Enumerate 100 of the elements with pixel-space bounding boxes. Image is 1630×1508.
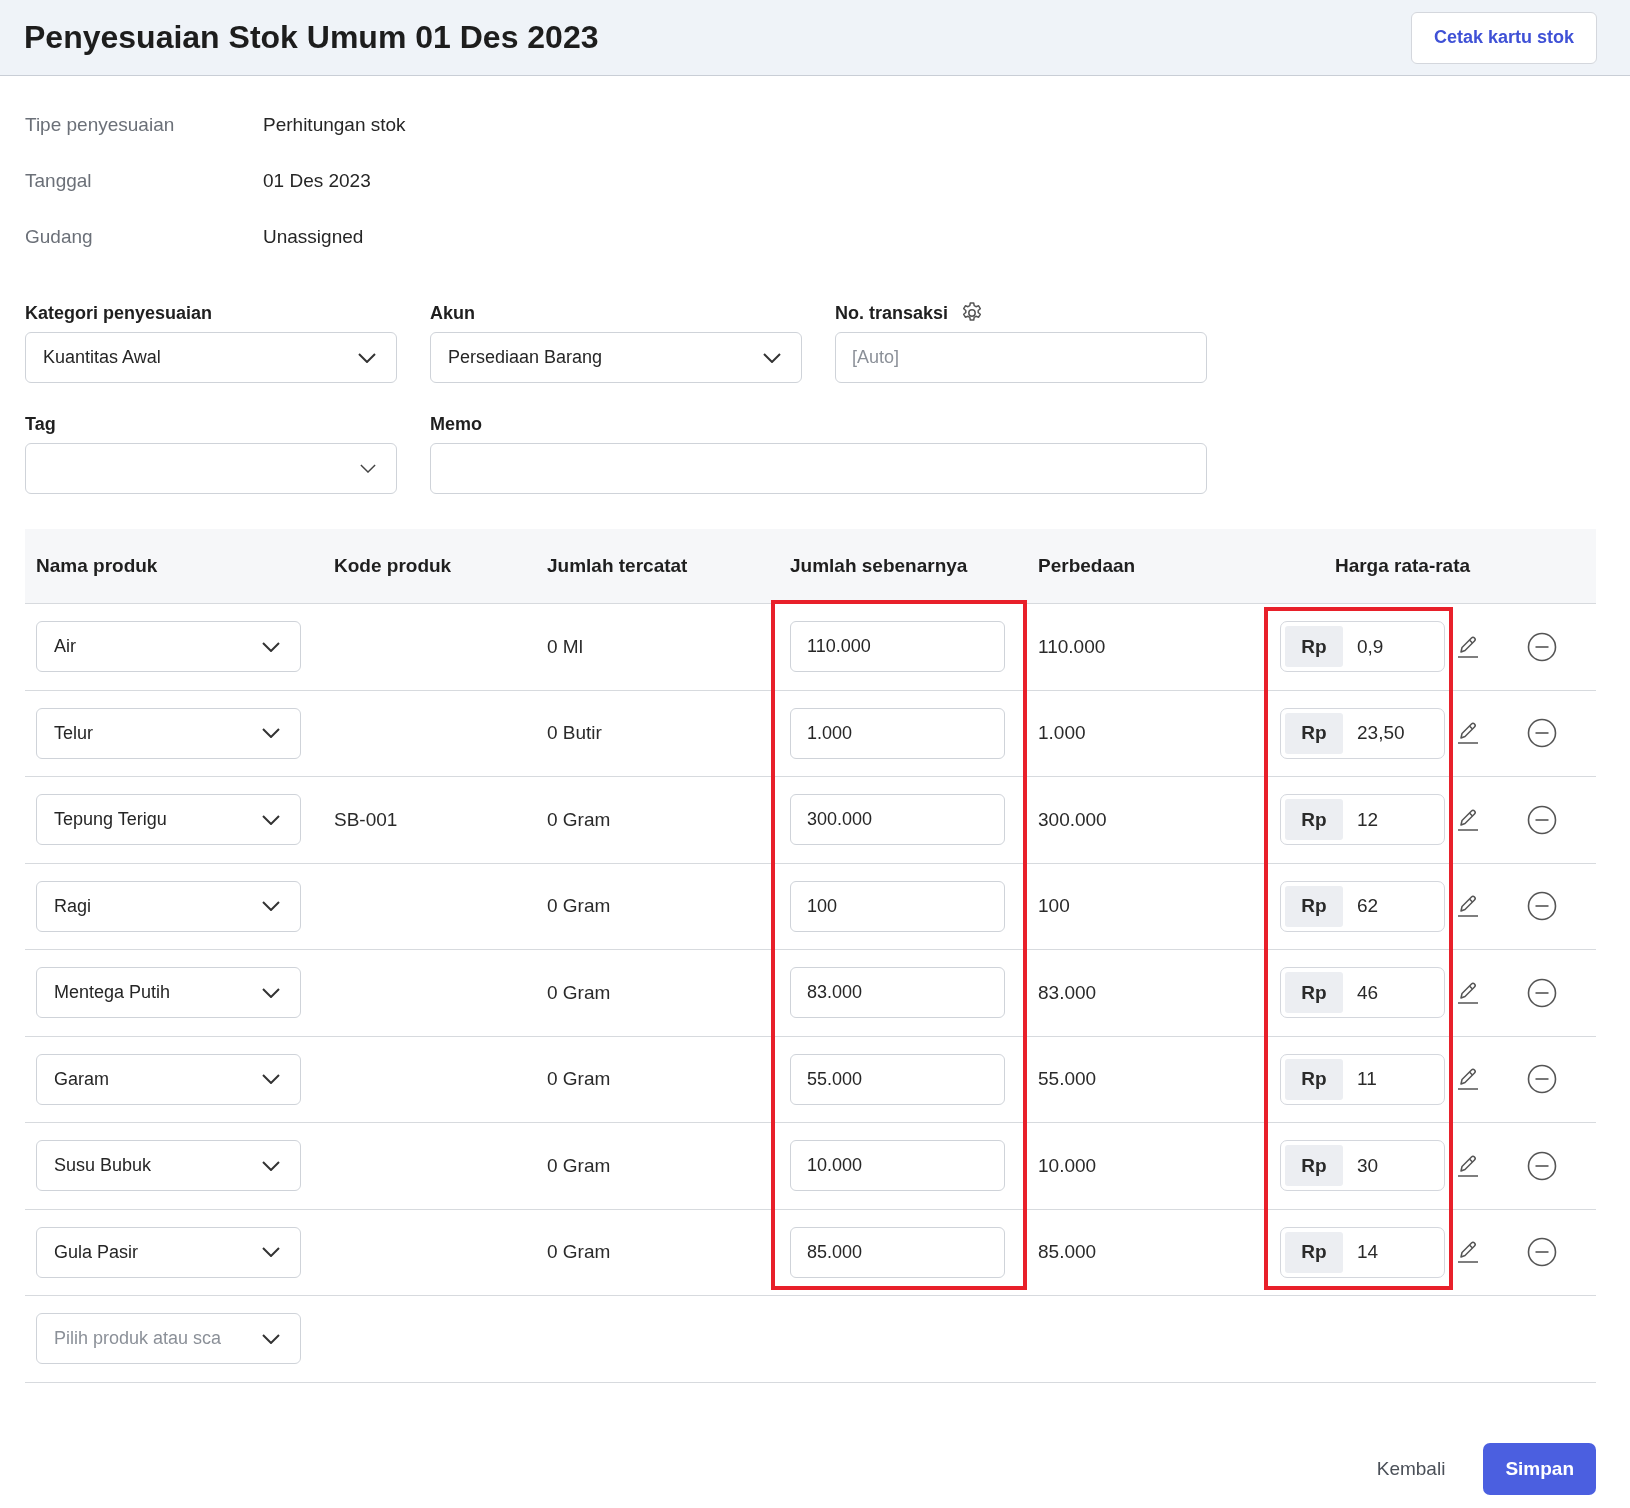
- product-select[interactable]: Telur: [36, 707, 301, 759]
- chevron-down-icon: [262, 641, 280, 652]
- field-label: Akun: [430, 302, 476, 324]
- chevron-down-icon: [262, 814, 280, 825]
- remove-icon[interactable]: [1527, 1237, 1557, 1268]
- edit-icon[interactable]: [1457, 894, 1479, 919]
- recorded-quantity: 0 Gram: [547, 981, 611, 1004]
- memo-field[interactable]: [430, 443, 1207, 494]
- edit-icon[interactable]: [1457, 1240, 1479, 1265]
- edit-icon[interactable]: [1457, 980, 1479, 1005]
- chevron-down-icon: [262, 1074, 280, 1085]
- price-value: 0,9: [1357, 635, 1384, 658]
- save-button[interactable]: Simpan: [1483, 1442, 1596, 1495]
- product-select[interactable]: Air: [36, 621, 301, 673]
- column-header: Perbedaan: [1038, 555, 1136, 577]
- detail-value: 01 Des 2023: [263, 170, 372, 192]
- detail-label: Tipe penyesuaian: [25, 114, 176, 136]
- chevron-down-icon: [262, 1247, 280, 1258]
- remove-icon[interactable]: [1527, 718, 1557, 749]
- average-price-field[interactable]: Rp 62: [1280, 880, 1445, 932]
- actual-quantity-field[interactable]: 83.000: [790, 967, 1005, 1019]
- product-select[interactable]: Garam: [36, 1053, 301, 1105]
- actual-quantity-field[interactable]: 85.000: [790, 1226, 1005, 1278]
- actual-quantity-field[interactable]: 300.000: [790, 794, 1005, 846]
- currency-prefix: Rp: [1285, 626, 1343, 668]
- chevron-down-icon: [262, 1333, 280, 1344]
- remove-icon[interactable]: [1527, 1150, 1557, 1181]
- product-select[interactable]: Susu Bubuk: [36, 1140, 301, 1192]
- column-header: Nama produk: [36, 555, 158, 577]
- remove-icon[interactable]: [1527, 804, 1557, 835]
- back-button[interactable]: Kembali: [1376, 1457, 1446, 1480]
- average-price-field[interactable]: Rp 0,9: [1280, 621, 1445, 673]
- remove-icon[interactable]: [1527, 977, 1557, 1008]
- edit-icon[interactable]: [1457, 807, 1479, 832]
- chevron-down-icon: [763, 352, 781, 363]
- chevron-down-icon: [358, 352, 376, 363]
- average-price-field[interactable]: Rp 46: [1280, 967, 1445, 1019]
- average-price-field[interactable]: Rp 12: [1280, 794, 1445, 846]
- print-stock-card-button[interactable]: Cetak kartu stok: [1410, 11, 1597, 64]
- actual-quantity-field[interactable]: 100: [790, 880, 1005, 932]
- price-value: 11: [1357, 1068, 1377, 1091]
- actual-quantity-field[interactable]: 10.000: [790, 1140, 1005, 1192]
- field-label: Tag: [25, 413, 57, 435]
- difference-value: 110.000: [1038, 635, 1106, 658]
- chevron-down-icon: [262, 901, 280, 912]
- price-value: 23,50: [1357, 722, 1405, 745]
- difference-value: 55.000: [1038, 1068, 1097, 1091]
- currency-prefix: Rp: [1285, 799, 1343, 841]
- field-label: Memo: [430, 413, 483, 435]
- price-value: 62: [1357, 895, 1379, 918]
- account-select[interactable]: Persediaan Barang: [430, 332, 802, 383]
- field-label: No. transaksi: [835, 302, 949, 324]
- column-header: Kode produk: [334, 555, 452, 577]
- actual-quantity-field[interactable]: 1.000: [790, 707, 1005, 759]
- actual-quantity-field[interactable]: 55.000: [790, 1053, 1005, 1105]
- product-select[interactable]: Ragi: [36, 880, 301, 932]
- remove-icon[interactable]: [1527, 891, 1557, 922]
- edit-icon[interactable]: [1457, 721, 1479, 746]
- edit-icon[interactable]: [1457, 634, 1479, 659]
- actual-quantity-field[interactable]: 110.000: [790, 621, 1005, 673]
- column-header: Jumlah tercatat: [547, 555, 688, 577]
- chevron-down-icon: [262, 728, 280, 739]
- edit-icon[interactable]: [1457, 1067, 1479, 1092]
- average-price-field[interactable]: Rp 11: [1280, 1053, 1445, 1105]
- remove-icon[interactable]: [1527, 631, 1557, 662]
- currency-prefix: Rp: [1285, 1145, 1343, 1187]
- detail-value: Unassigned: [263, 226, 365, 248]
- chevron-down-icon: [262, 1160, 280, 1171]
- difference-value: 100: [1038, 895, 1070, 918]
- product-code: SB-001: [334, 808, 398, 831]
- average-price-field[interactable]: Rp 23,50: [1280, 707, 1445, 759]
- price-value: 46: [1357, 981, 1379, 1004]
- average-price-field[interactable]: Rp 30: [1280, 1140, 1445, 1192]
- transaction-number-field[interactable]: [Auto]: [835, 332, 1207, 383]
- product-select[interactable]: Gula Pasir: [36, 1226, 301, 1278]
- column-header: Harga rata-rata: [1334, 555, 1471, 577]
- recorded-quantity: 0 Gram: [547, 808, 611, 831]
- difference-value: 85.000: [1038, 1241, 1097, 1264]
- price-value: 30: [1357, 1154, 1379, 1177]
- product-select[interactable]: Mentega Putih: [36, 967, 301, 1019]
- currency-prefix: Rp: [1285, 1231, 1343, 1273]
- currency-prefix: Rp: [1285, 712, 1343, 754]
- detail-label: Tanggal: [25, 170, 93, 192]
- chevron-down-icon: [262, 987, 280, 998]
- currency-prefix: Rp: [1285, 1058, 1343, 1100]
- average-price-field[interactable]: Rp 14: [1280, 1226, 1445, 1278]
- detail-value: Perhitungan stok: [263, 114, 407, 136]
- category-select[interactable]: Kuantitas Awal: [25, 332, 397, 383]
- recorded-quantity: 0 Gram: [547, 1068, 611, 1091]
- detail-label: Gudang: [25, 226, 94, 248]
- difference-value: 83.000: [1038, 981, 1097, 1004]
- edit-icon[interactable]: [1457, 1153, 1479, 1178]
- recorded-quantity: 0 Gram: [547, 1241, 611, 1264]
- chevron-down-icon: [360, 464, 376, 473]
- price-value: 12: [1357, 808, 1379, 831]
- remove-icon[interactable]: [1527, 1064, 1557, 1095]
- recorded-quantity: 0 Gram: [547, 895, 611, 918]
- recorded-quantity: 0 Ml: [547, 635, 583, 658]
- product-select[interactable]: Tepung Terigu: [36, 794, 301, 846]
- currency-prefix: Rp: [1285, 972, 1343, 1014]
